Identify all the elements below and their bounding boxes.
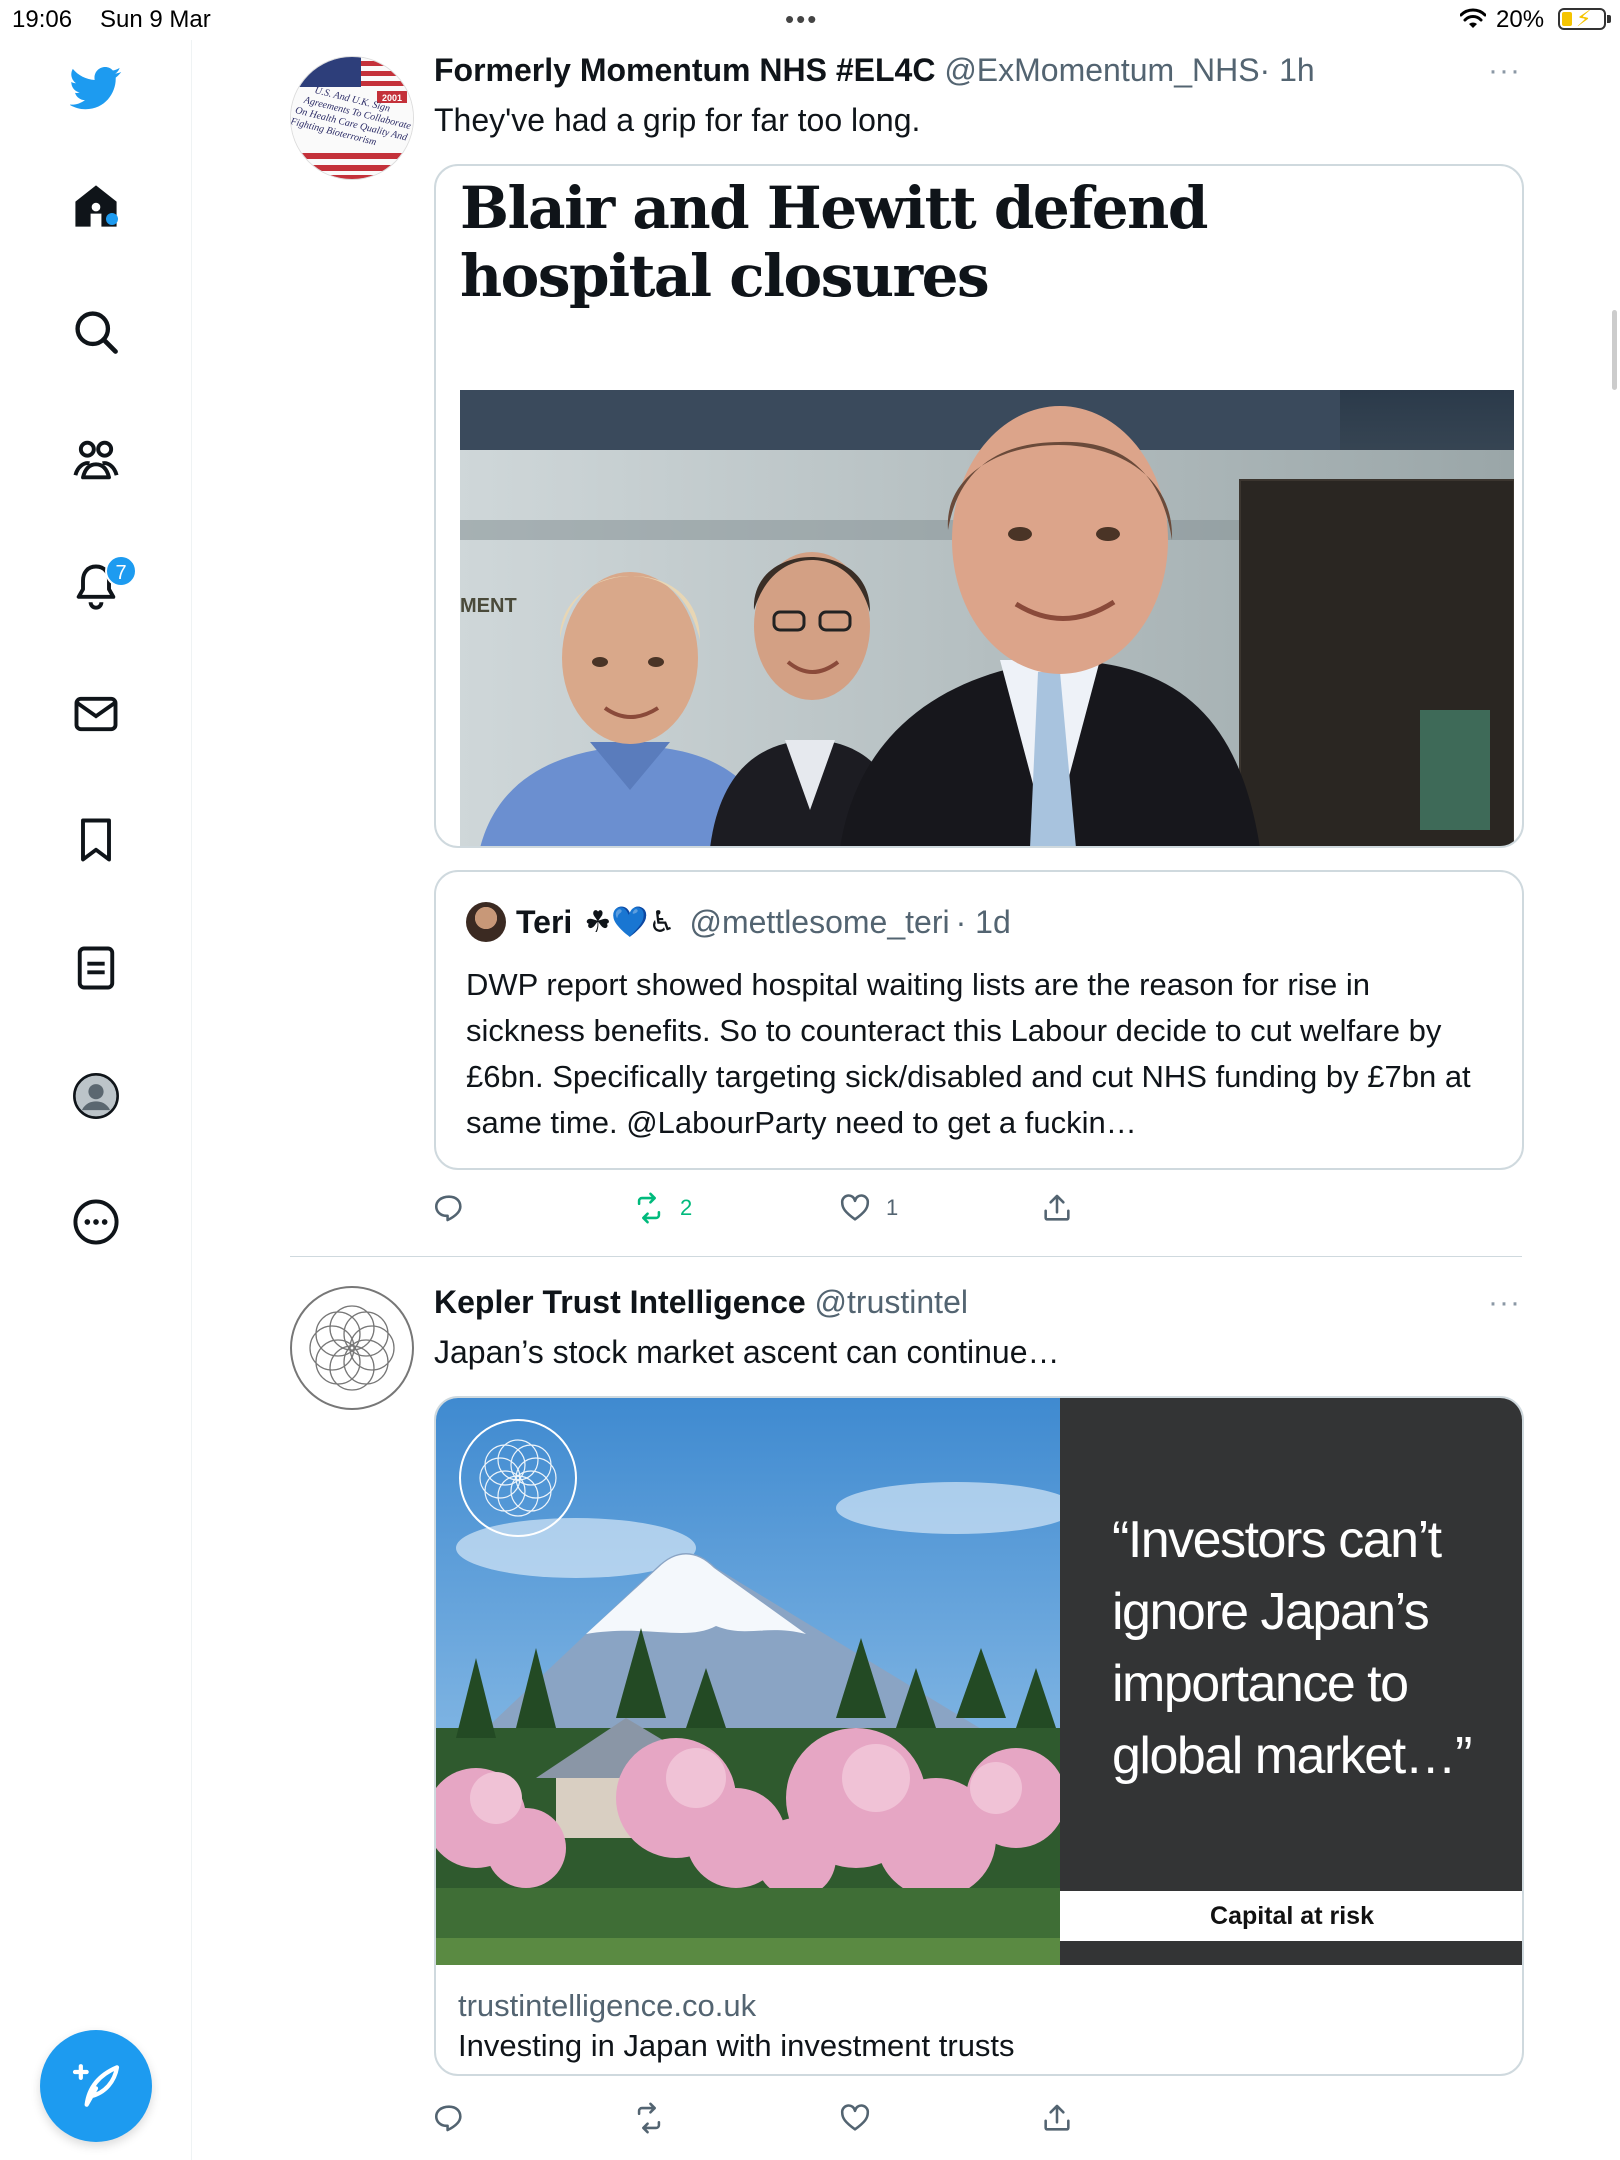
quoted-timestamp[interactable]: · 1d bbox=[956, 904, 1011, 941]
tweet-author-handle[interactable]: @trustintel bbox=[815, 1284, 968, 1320]
article-image-card[interactable]: Blair and Hewitt defend hospital closure… bbox=[434, 164, 1524, 848]
quoted-author-emojis: ☘💙♿ bbox=[584, 905, 676, 939]
profile-avatar-icon[interactable] bbox=[70, 1070, 122, 1122]
scrollbar-thumb[interactable] bbox=[1612, 310, 1617, 390]
tweet-timestamp[interactable]: · 1h bbox=[1260, 52, 1315, 88]
share-button[interactable] bbox=[1040, 2098, 1074, 2138]
retweet-button[interactable]: 2 bbox=[632, 1188, 692, 1228]
tweet-divider bbox=[290, 1256, 1522, 1257]
tweet-author-line: Formerly Momentum NHS #EL4C @ExMomentum_… bbox=[434, 52, 1315, 89]
reply-icon bbox=[434, 1195, 462, 1222]
reply-icon bbox=[434, 2105, 462, 2132]
notifications-badge: 7 bbox=[105, 555, 137, 587]
retweet-button[interactable] bbox=[632, 2098, 666, 2138]
compose-tweet-button[interactable] bbox=[40, 2030, 152, 2142]
status-time: 19:06 bbox=[12, 6, 73, 33]
tweet-more-options-icon[interactable]: ··· bbox=[1488, 1286, 1521, 1320]
tweet-author-avatar[interactable] bbox=[290, 1286, 414, 1410]
tweet-text: Japan’s stock market ascent can continue… bbox=[434, 1334, 1060, 1370]
multitasking-dots-icon[interactable]: ••• bbox=[785, 4, 818, 35]
tweet-author-name[interactable]: Formerly Momentum NHS #EL4C bbox=[434, 52, 935, 88]
retweet-icon bbox=[637, 1192, 661, 1224]
compose-icon bbox=[72, 2064, 120, 2107]
search-icon[interactable] bbox=[70, 306, 122, 358]
capital-at-risk-notice: Capital at risk bbox=[1060, 1891, 1522, 1941]
retweet-icon bbox=[637, 2102, 661, 2134]
like-count: 1 bbox=[886, 1195, 899, 1220]
tweet-author-avatar[interactable]: 2001 U.S. And U.K. Sign Agreements To Co… bbox=[290, 56, 414, 180]
reply-button[interactable] bbox=[432, 2098, 466, 2138]
kepler-logo-icon bbox=[309, 1305, 395, 1391]
promo-image bbox=[436, 1398, 1060, 1965]
battery-icon: ⚡ bbox=[1558, 6, 1611, 31]
article-photo: MENT bbox=[460, 390, 1514, 846]
twitter-bird-icon[interactable] bbox=[69, 62, 122, 114]
home-unread-dot bbox=[106, 213, 118, 225]
quoted-tweet[interactable]: Teri ☘💙♿ @mettlesome_teri · 1d DWP repor… bbox=[434, 870, 1524, 1170]
share-button[interactable] bbox=[1040, 1188, 1074, 1228]
share-icon bbox=[1044, 1194, 1070, 1221]
messages-envelope-icon[interactable] bbox=[70, 688, 122, 740]
bookmark-icon[interactable] bbox=[70, 814, 122, 866]
quoted-author-handle[interactable]: @mettlesome_teri bbox=[689, 904, 949, 941]
status-bar: 19:06 Sun 9 Mar ••• 20% ⚡ bbox=[0, 0, 1620, 40]
tweet-author-line: Kepler Trust Intelligence @trustintel bbox=[434, 1284, 968, 1321]
heart-icon bbox=[840, 2104, 870, 2131]
reply-button[interactable] bbox=[432, 1188, 466, 1228]
tweet-author-handle[interactable]: @ExMomentum_NHS bbox=[944, 52, 1259, 88]
card-domain[interactable]: trustintelligence.co.uk bbox=[458, 1988, 756, 2024]
quoted-author-avatar[interactable] bbox=[466, 902, 506, 942]
tweet-text: They've had a grip for far too long. bbox=[434, 102, 921, 138]
promo-quote-panel: “Investors can’t ignore Japan’s importan… bbox=[1060, 1398, 1522, 1965]
newspaper-clipping-avatar-image: 2001 U.S. And U.K. Sign Agreements To Co… bbox=[291, 57, 413, 179]
article-headline: Blair and Hewitt defend hospital closure… bbox=[460, 174, 1208, 310]
battery-percent: 20% bbox=[1496, 6, 1545, 33]
sidebar-nav: 7 bbox=[0, 40, 192, 2160]
like-button[interactable] bbox=[838, 2098, 872, 2138]
retweet-count: 2 bbox=[680, 1195, 693, 1220]
communities-icon[interactable] bbox=[70, 434, 122, 486]
card-title[interactable]: Investing in Japan with investment trust… bbox=[458, 2028, 1015, 2064]
share-icon bbox=[1044, 2104, 1070, 2131]
tweet-author-name[interactable]: Kepler Trust Intelligence bbox=[434, 1284, 806, 1320]
heart-icon bbox=[840, 1194, 870, 1221]
promoted-link-card[interactable]: “Investors can’t ignore Japan’s importan… bbox=[434, 1396, 1524, 2076]
promo-quote: “Investors can’t ignore Japan’s importan… bbox=[1112, 1511, 1472, 1785]
like-button[interactable]: 1 bbox=[838, 1188, 898, 1228]
mount-fuji-cherry-blossom-image bbox=[436, 1398, 1060, 1965]
lists-icon[interactable] bbox=[70, 942, 122, 994]
people-photo-image: MENT bbox=[460, 390, 1514, 846]
status-date: Sun 9 Mar bbox=[100, 6, 211, 33]
quoted-tweet-header: Teri ☘💙♿ @mettlesome_teri · 1d bbox=[466, 902, 1011, 942]
quoted-tweet-text: DWP report showed hospital waiting lists… bbox=[466, 967, 1471, 1140]
tweet-more-options-icon[interactable]: ··· bbox=[1488, 54, 1521, 88]
wifi-icon bbox=[1460, 8, 1486, 28]
photo-sign-text: MENT bbox=[460, 595, 517, 617]
quoted-author-name[interactable]: Teri bbox=[516, 904, 572, 941]
more-circle-icon[interactable] bbox=[70, 1196, 122, 1248]
